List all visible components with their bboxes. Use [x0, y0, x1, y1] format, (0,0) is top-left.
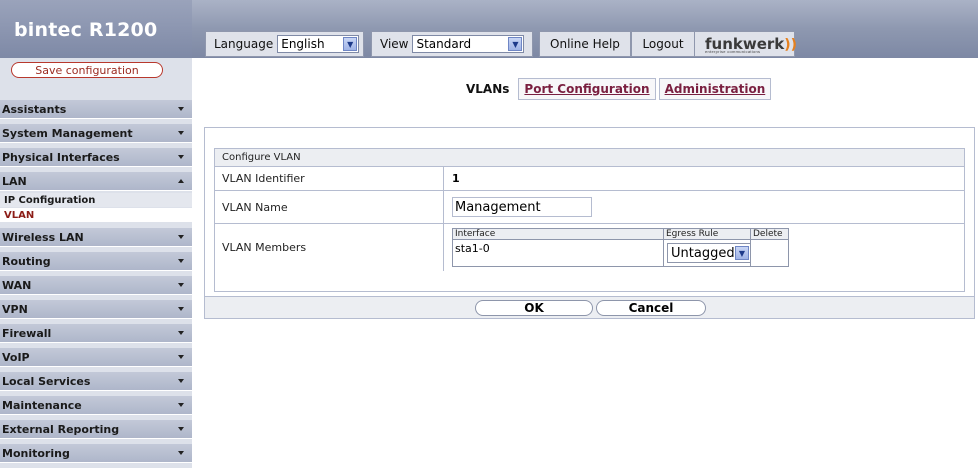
view-toolbar: View Standard ▼ — [371, 31, 533, 57]
sidebar-subitem-ip-configuration[interactable]: IP Configuration — [0, 193, 192, 207]
vlan-name-input[interactable]: Management — [452, 197, 592, 217]
language-select-value: English — [281, 37, 325, 51]
online-help-link[interactable]: Online Help — [539, 31, 631, 57]
column-header-delete: Delete — [751, 229, 788, 240]
product-title: bintec R1200 — [14, 19, 158, 41]
vlan-name-label: VLAN Name — [215, 191, 444, 223]
chevron-down-icon — [178, 307, 184, 311]
sidebar-item-voip[interactable]: VoIP — [0, 348, 192, 367]
sidebar-item-monitoring[interactable]: Monitoring — [0, 444, 192, 463]
brand-area: bintec R1200 — [0, 0, 192, 58]
sidebar-item-vpn[interactable]: VPN — [0, 300, 192, 319]
configure-vlan-form: Configure VLAN VLAN Identifier 1 VLAN Na… — [214, 148, 965, 292]
header-bar: bintec R1200 Language English ▼ View Sta… — [0, 0, 978, 58]
chevron-down-icon — [178, 403, 184, 407]
chevron-down-icon — [178, 107, 184, 111]
table-cell-egress-rule: Untagged ▼ — [665, 240, 751, 266]
ok-button[interactable]: OK — [475, 300, 593, 316]
sidebar-item-lan[interactable]: LAN — [0, 172, 192, 191]
logo-waves-icon: )) — [784, 37, 798, 53]
chevron-down-icon[interactable]: ▼ — [735, 246, 749, 260]
language-label: Language — [214, 37, 274, 51]
egress-rule-value: Untagged — [671, 245, 735, 261]
logo-subtitle: enterprise communications — [705, 49, 761, 54]
view-select-value: Standard — [416, 37, 472, 51]
sidebar-item-system-management[interactable]: System Management — [0, 124, 192, 143]
online-help-label: Online Help — [550, 37, 620, 51]
vlan-identifier-label: VLAN Identifier — [215, 167, 444, 190]
language-toolbar: Language English ▼ — [205, 31, 364, 57]
tab-vlans[interactable]: VLANs — [460, 78, 515, 100]
action-bar: OK Cancel — [205, 296, 974, 318]
language-select[interactable]: English ▼ — [277, 35, 360, 53]
chevron-down-icon — [178, 451, 184, 455]
sidebar: Save configuration Assistants System Man… — [0, 58, 192, 468]
chevron-down-icon — [178, 427, 184, 431]
vlan-name-row: VLAN Name Management — [215, 191, 964, 224]
vlan-identifier-row: VLAN Identifier 1 — [215, 167, 964, 191]
sidebar-item-firewall[interactable]: Firewall — [0, 324, 192, 343]
save-configuration-button[interactable]: Save configuration — [11, 62, 163, 78]
sidebar-subitem-vlan[interactable]: VLAN — [0, 208, 192, 222]
sidebar-item-routing[interactable]: Routing — [0, 252, 192, 271]
vlan-identifier-value: 1 — [452, 172, 460, 185]
chevron-down-icon[interactable]: ▼ — [343, 37, 358, 51]
sidebar-item-external-reporting[interactable]: External Reporting — [0, 420, 192, 439]
funkwerk-logo: funkwerk)) enterprise communications — [695, 31, 798, 57]
cancel-button[interactable]: Cancel — [596, 300, 706, 316]
configure-vlan-panel: Configure VLAN VLAN Identifier 1 VLAN Na… — [204, 127, 975, 319]
tab-administration[interactable]: Administration — [658, 78, 772, 100]
section-title: Configure VLAN — [215, 149, 964, 167]
vlan-members-row: VLAN Members Interface Egress Rule Delet… — [215, 224, 964, 271]
chevron-down-icon[interactable]: ▼ — [508, 37, 523, 51]
logout-link[interactable]: Logout — [631, 31, 695, 57]
vlan-members-table: Interface Egress Rule Delete sta1-0 Unta… — [452, 228, 789, 267]
column-header-interface: Interface — [453, 229, 664, 240]
chevron-down-icon — [178, 235, 184, 239]
egress-rule-select[interactable]: Untagged ▼ — [667, 243, 751, 263]
column-header-egress-rule: Egress Rule — [664, 229, 751, 240]
chevron-up-icon — [178, 179, 184, 183]
tab-bar: VLANs Port Configuration Administration — [460, 78, 772, 100]
chevron-down-icon — [178, 355, 184, 359]
chevron-down-icon — [178, 155, 184, 159]
sidebar-item-wan[interactable]: WAN — [0, 276, 192, 295]
chevron-down-icon — [178, 283, 184, 287]
sidebar-item-local-services[interactable]: Local Services — [0, 372, 192, 391]
vlan-members-label: VLAN Members — [215, 224, 444, 271]
view-label: View — [380, 37, 409, 51]
tab-port-configuration[interactable]: Port Configuration — [518, 78, 656, 100]
chevron-down-icon — [178, 131, 184, 135]
sidebar-item-wireless-lan[interactable]: Wireless LAN — [0, 228, 192, 247]
sidebar-item-physical-interfaces[interactable]: Physical Interfaces — [0, 148, 192, 167]
sidebar-item-assistants[interactable]: Assistants — [0, 100, 192, 119]
chevron-down-icon — [178, 259, 184, 263]
view-select[interactable]: Standard ▼ — [412, 35, 525, 53]
sidebar-item-maintenance[interactable]: Maintenance — [0, 396, 192, 415]
logout-label: Logout — [642, 37, 684, 51]
chevron-down-icon — [178, 331, 184, 335]
table-cell-interface: sta1-0 — [455, 242, 490, 255]
chevron-down-icon — [178, 379, 184, 383]
